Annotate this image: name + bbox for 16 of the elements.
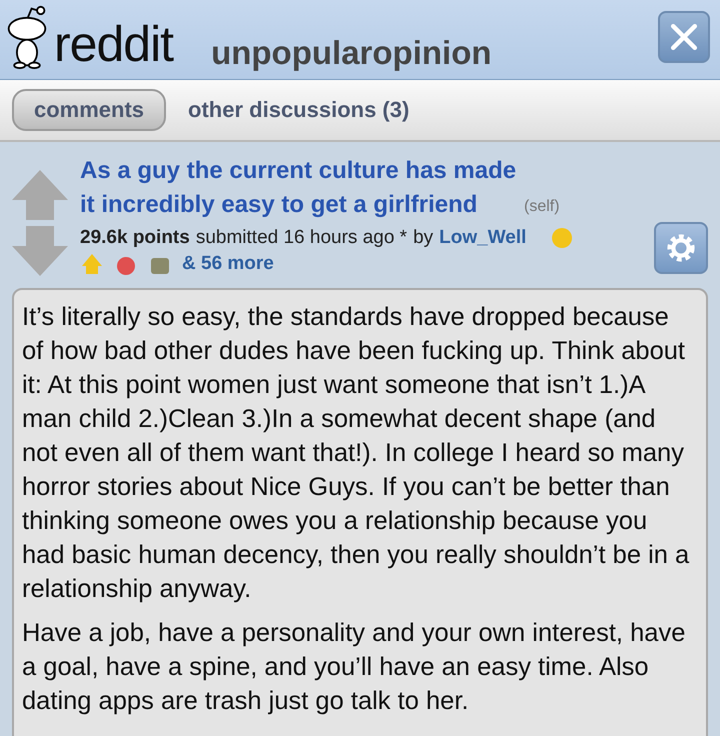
body-paragraph: It’s literally so easy, the standards have dropped because of how bad other dudes have been fucking up. Think about it: At this point women just want someone that isn’t 1.)A man child 2.)Clean 3.)In a somewhat decent shape (and not even all of them want that!). In college I heard so many horror stories about Nice Guys. If you can’t be better than thinking someone owes you a relationship because you had basic human decency, then you really shouldn’t be in a relationship anyway. <box>22 302 690 605</box>
settings-button[interactable] <box>654 222 708 274</box>
subreddit-title[interactable]: unpopularopinion <box>211 36 492 69</box>
tab[interactable]: comments <box>12 89 166 131</box>
submitted-time: submitted 16 hours ago * <box>196 227 408 249</box>
more-awards-link[interactable]: & 56 more <box>182 253 274 275</box>
post-title[interactable]: As a guy the current culture has made it incredibly easy to get a girlfriend <box>80 154 520 222</box>
tab[interactable]: other discussions (3) <box>186 89 432 131</box>
by-label: by <box>413 227 434 249</box>
award-icon <box>550 226 574 250</box>
body-paragraph: Have a job, have a personality and your own interest, have a goal, have a spine, and you’ll have an easy time. Also dating apps are trash just go talk to her. <box>22 618 686 717</box>
author-link[interactable]: Low_Well <box>439 227 526 249</box>
points-count: 29.6k points <box>80 227 190 249</box>
post-domain: (self) <box>524 197 560 217</box>
award-icon <box>80 252 104 276</box>
logo-text[interactable]: reddit <box>54 19 174 69</box>
